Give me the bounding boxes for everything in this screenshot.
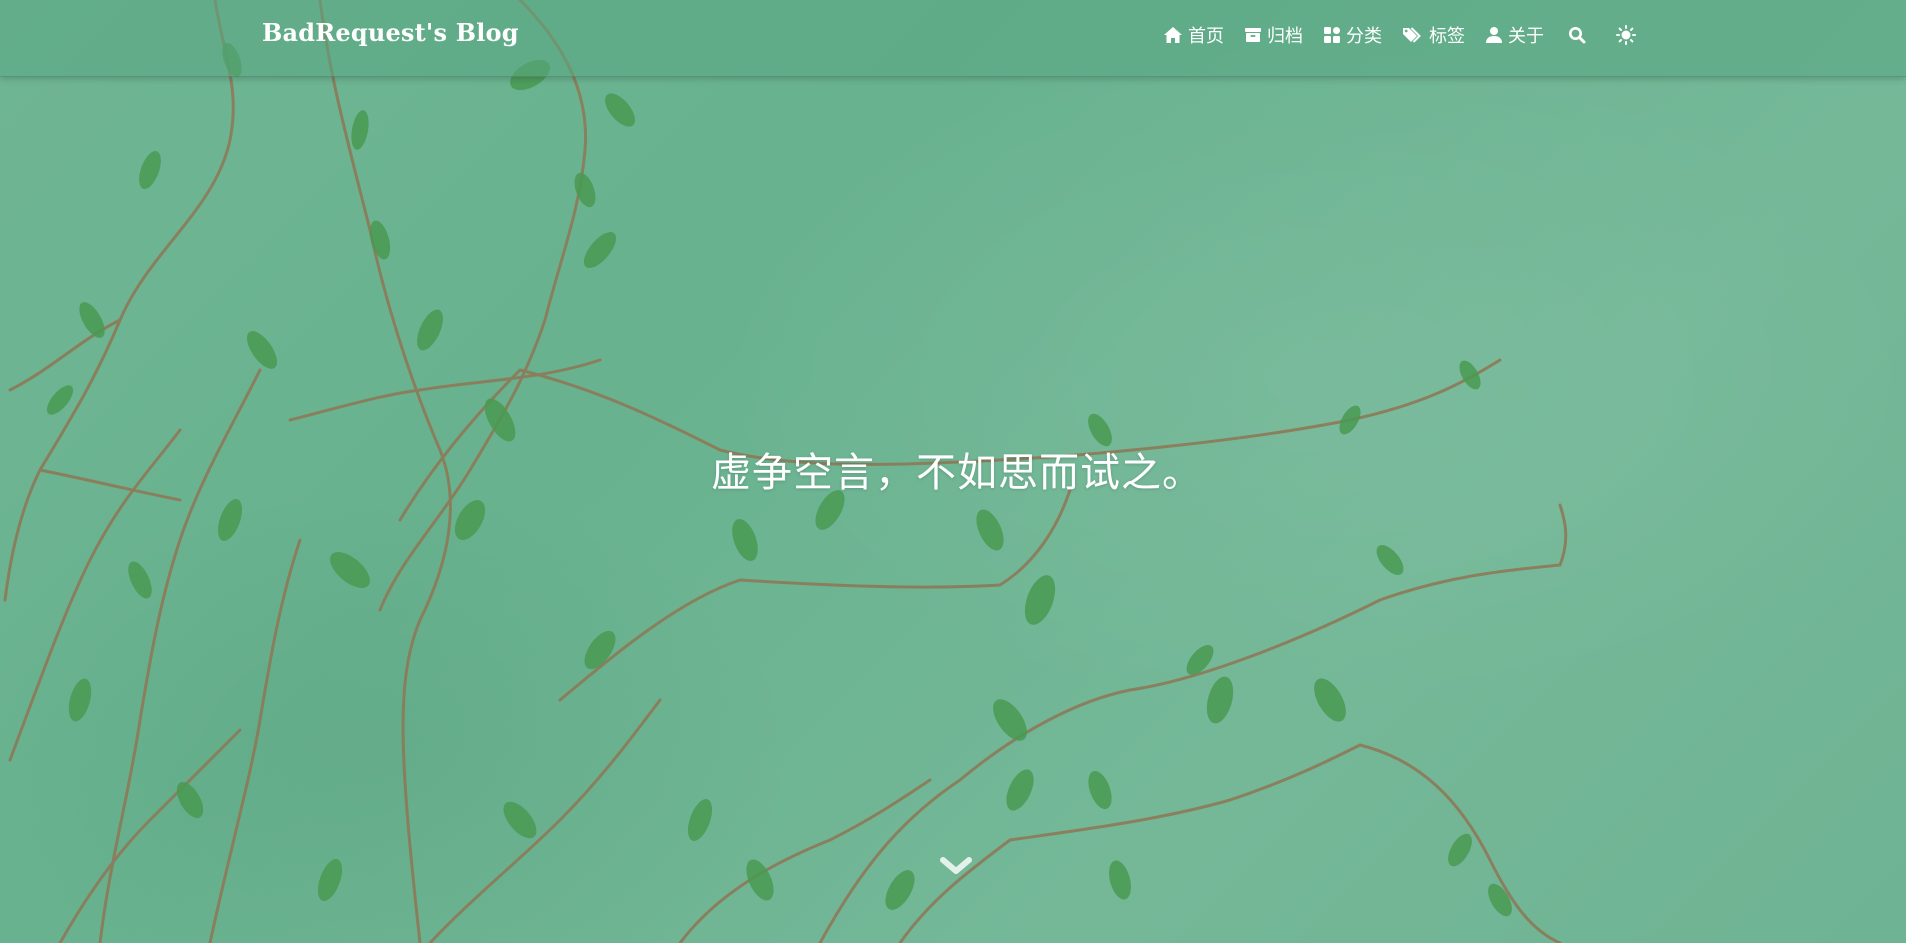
nav-item-categories[interactable]: 分类 — [1323, 22, 1382, 48]
search-button[interactable] — [1568, 22, 1586, 48]
top-navbar: BadRequest's Blog 首页 归档 分类 标签 关于 — [0, 0, 1906, 77]
nav-item-tags-label: 标签 — [1429, 26, 1465, 47]
hero-slogan: 虚争空言，不如思而试之。 — [711, 450, 1203, 496]
nav-item-about[interactable]: 关于 — [1485, 22, 1544, 48]
category-icon — [1323, 26, 1341, 44]
nav-item-tags[interactable]: 标签 — [1402, 22, 1465, 48]
site-brand-link[interactable]: BadRequest's Blog — [262, 18, 519, 47]
home-icon — [1163, 26, 1183, 44]
scroll-down-button[interactable] — [940, 856, 972, 878]
archive-icon — [1244, 26, 1262, 44]
nav-item-archive[interactable]: 归档 — [1244, 22, 1303, 48]
nav-item-home[interactable]: 首页 — [1163, 22, 1224, 48]
search-icon — [1568, 26, 1586, 44]
chevron-down-icon — [940, 857, 972, 882]
sun-icon — [1616, 25, 1636, 45]
nav-item-home-label: 首页 — [1188, 26, 1224, 47]
nav-item-categories-label: 分类 — [1346, 26, 1382, 47]
tags-icon — [1402, 26, 1424, 44]
user-icon — [1485, 26, 1503, 44]
nav-menu: 首页 归档 分类 标签 关于 — [1163, 22, 1636, 48]
blog-hero-page: BadRequest's Blog 首页 归档 分类 标签 关于 虚争空言，不如… — [0, 0, 1906, 943]
theme-toggle-button[interactable] — [1616, 22, 1636, 48]
nav-item-about-label: 关于 — [1508, 26, 1544, 47]
nav-item-archive-label: 归档 — [1267, 26, 1303, 47]
